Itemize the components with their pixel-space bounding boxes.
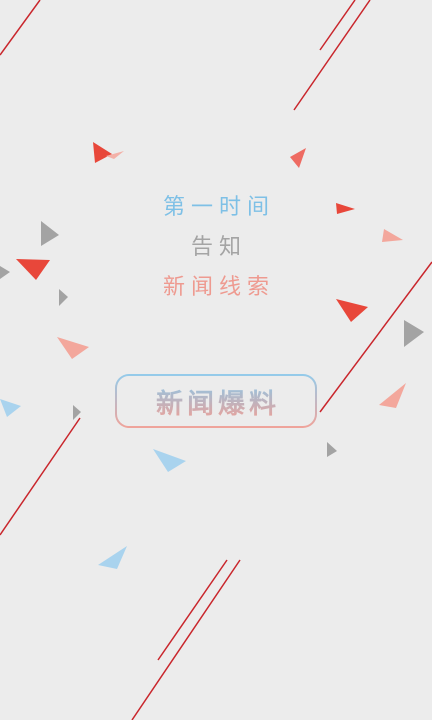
tagline-first-time: 第一时间: [162, 195, 275, 220]
news-tip-button-label: 新闻爆料: [152, 382, 280, 421]
diagonal-line: [157, 559, 228, 661]
diagonal-line: [293, 0, 371, 111]
triangle-shape: [93, 142, 112, 163]
triangle-shape: [73, 405, 81, 420]
triangle-shape: [379, 383, 406, 408]
diagonal-lines: [0, 0, 432, 720]
triangle-shape: [0, 399, 21, 417]
tagline-notify: 告知: [190, 235, 247, 260]
diagonal-line: [0, 0, 41, 56]
triangle-shape: [153, 449, 186, 472]
triangle-shape: [404, 320, 424, 347]
triangle-shape: [290, 148, 306, 168]
diagonal-line: [131, 559, 241, 720]
decorative-background: [0, 0, 432, 720]
news-tip-button[interactable]: 新闻爆料: [115, 374, 317, 428]
triangle-shape: [98, 546, 127, 569]
diagonal-line: [0, 417, 81, 536]
splash-screen: 第一时间 告知 新闻线索 新闻爆料: [0, 0, 432, 720]
triangle-shape: [327, 442, 337, 457]
diagonal-line: [319, 0, 356, 51]
tagline-news-leads: 新闻线索: [162, 275, 275, 300]
triangle-shape: [57, 337, 89, 359]
